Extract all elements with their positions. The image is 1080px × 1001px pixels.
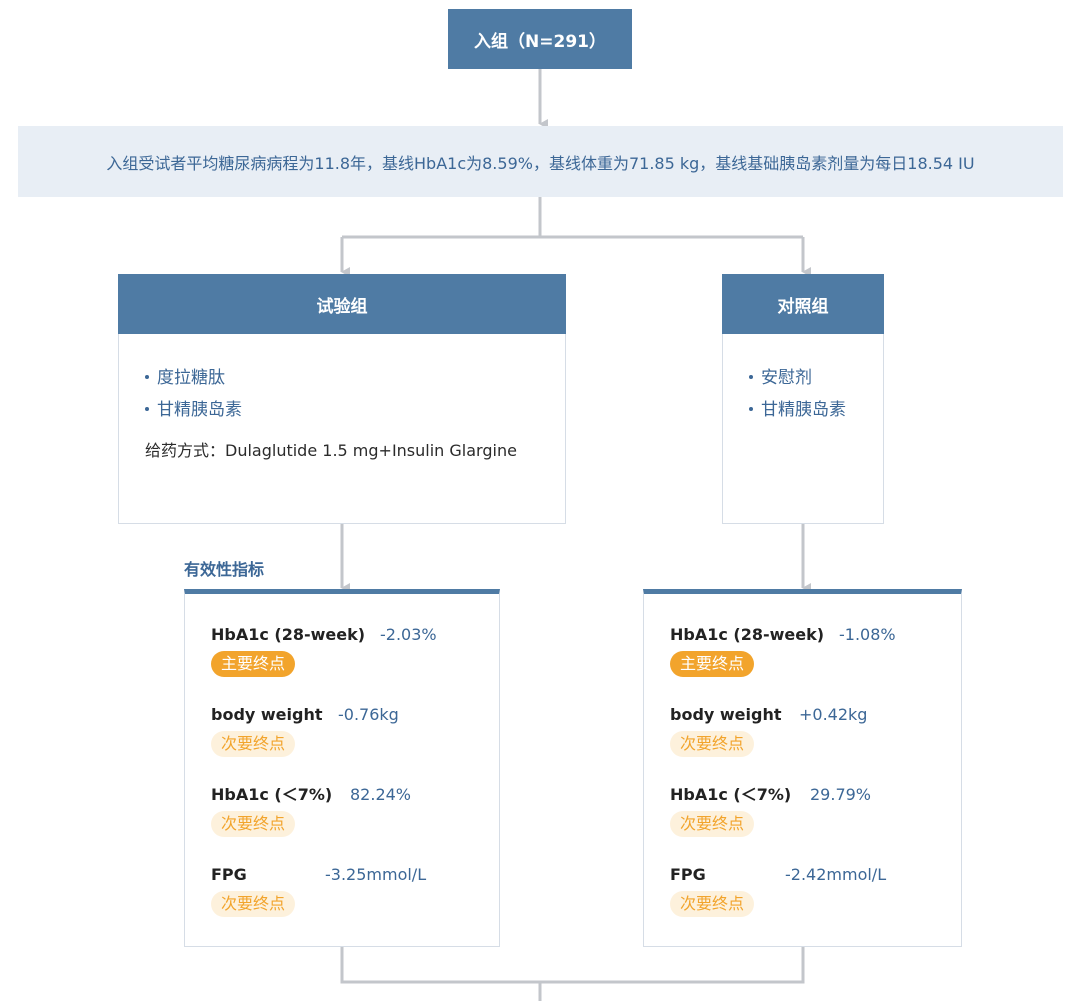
primary-endpoint-badge: 主要终点 [670,651,755,677]
endpoint-name: HbA1c (28-week) [211,625,366,644]
endpoint-value: -2.03% [380,625,437,644]
treatment-group-body: 度拉糖肽 甘精胰岛素 给药方式：Dulaglutide 1.5 mg+Insul… [118,334,566,524]
efficacy-title: 有效性指标 [184,560,265,579]
drug-item: 安慰剂 [749,362,855,394]
dosing-method: 给药方式：Dulaglutide 1.5 mg+Insulin Glargine [145,441,517,460]
endpoint-value: +0.42kg [799,705,868,724]
drug-item: 度拉糖肽 [145,362,537,394]
endpoint-item: HbA1c (＜7%) 82.24% 次要终点 [211,784,499,864]
drug-item: 甘精胰岛素 [749,394,855,426]
control-endpoints-card: HbA1c (28-week) -1.08% 主要终点 body weight … [643,589,962,947]
endpoint-name: FPG [670,865,706,884]
endpoint-value: -3.25mmol/L [325,865,427,884]
treatment-group-header: 试验组 [118,274,566,334]
endpoint-item: HbA1c (＜7%) 29.79% 次要终点 [670,784,961,864]
line-merge-bottom [340,947,805,984]
endpoint-value: -1.08% [839,625,896,644]
control-group-body: 安慰剂 甘精胰岛素 [722,334,884,524]
enrollment-box: 入组（N=291） [448,9,632,69]
baseline-summary: 入组受试者平均糖尿病病程为11.8年，基线HbA1c为8.59%，基线体重为71… [18,126,1063,197]
endpoint-item: HbA1c (28-week) -2.03% 主要终点 [211,624,499,704]
endpoint-item: FPG -2.42mmol/L 次要终点 [670,864,961,944]
endpoint-name: body weight [670,705,782,724]
endpoint-item: body weight -0.76kg 次要终点 [211,704,499,784]
primary-endpoint-badge: 主要终点 [211,651,296,677]
endpoint-name: HbA1c (28-week) [670,625,825,644]
treatment-endpoints-card: HbA1c (28-week) -2.03% 主要终点 body weight … [184,589,500,947]
endpoint-value: 82.24% [350,785,412,804]
endpoint-name: HbA1c (＜7%) [670,785,792,804]
endpoint-item: FPG -3.25mmol/L 次要终点 [211,864,499,944]
endpoint-item: HbA1c (28-week) -1.08% 主要终点 [670,624,961,704]
secondary-endpoint-badge: 次要终点 [211,731,296,757]
endpoint-name: body weight [211,705,323,724]
endpoint-value: 29.79% [810,785,872,804]
endpoint-item: body weight +0.42kg 次要终点 [670,704,961,784]
endpoint-name: HbA1c (＜7%) [211,785,333,804]
secondary-endpoint-badge: 次要终点 [670,811,755,837]
endpoint-value: -0.76kg [338,705,399,724]
endpoint-value: -2.42mmol/L [785,865,887,884]
endpoint-name: FPG [211,865,247,884]
control-group-header: 对照组 [722,274,884,334]
secondary-endpoint-badge: 次要终点 [670,731,755,757]
secondary-endpoint-badge: 次要终点 [670,891,755,917]
secondary-endpoint-badge: 次要终点 [211,891,296,917]
secondary-endpoint-badge: 次要终点 [211,811,296,837]
drug-item: 甘精胰岛素 [145,394,537,426]
